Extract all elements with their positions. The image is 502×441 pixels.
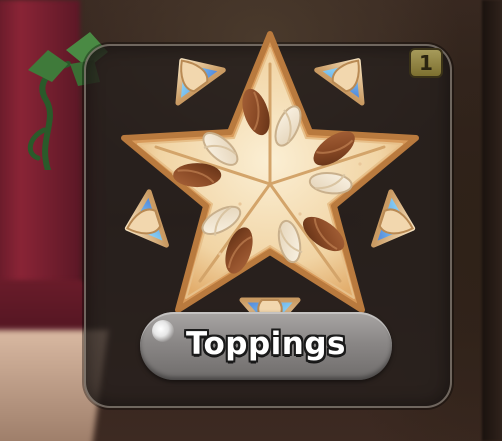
background-shelf	[482, 0, 502, 441]
game-scene: 1 Toppings	[0, 0, 502, 441]
toppings-label: Toppings	[185, 326, 347, 362]
almond-star-topping-icon	[121, 31, 419, 332]
toppings-label-pill[interactable]: Toppings	[140, 312, 392, 380]
